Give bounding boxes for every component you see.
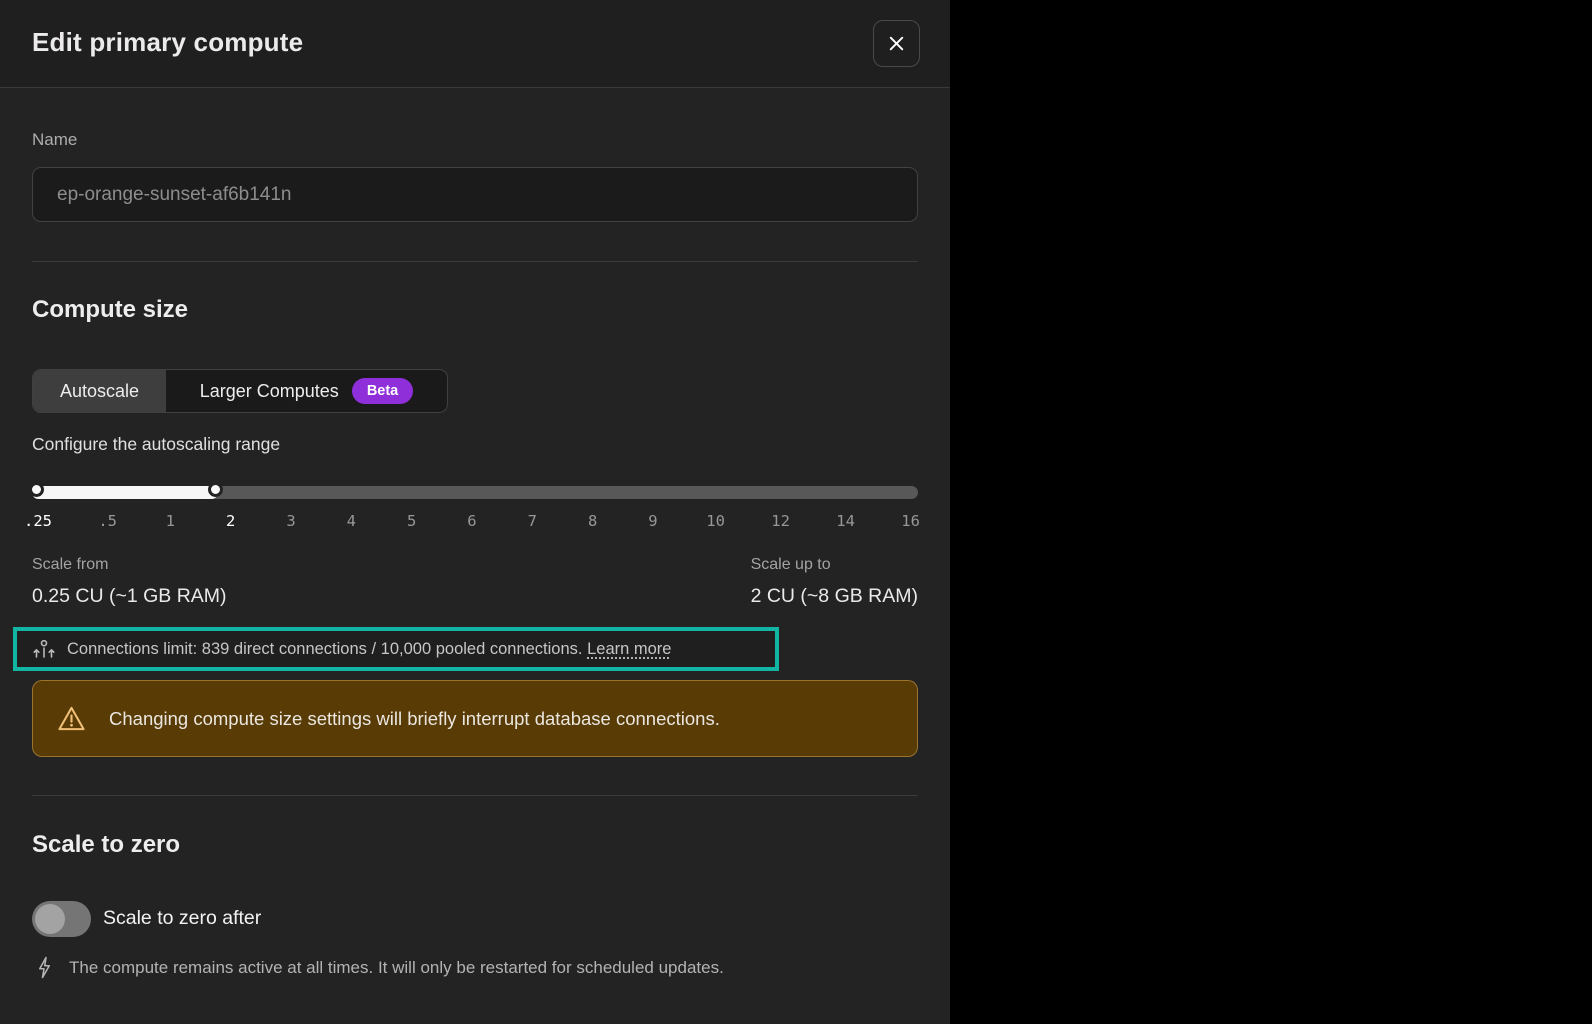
compute-size-heading: Compute size xyxy=(32,296,189,323)
scale-up-to-value: 2 CU (~8 GB RAM) xyxy=(750,585,918,607)
lightning-icon xyxy=(37,956,52,979)
warning-icon xyxy=(57,705,86,732)
autoscaling-range-slider xyxy=(29,482,918,499)
scale-up-to-label: Scale up to xyxy=(750,556,831,573)
slider-active-range[interactable] xyxy=(32,486,218,499)
warning-text: Changing compute size settings will brie… xyxy=(109,707,720,729)
close-icon xyxy=(886,33,907,54)
close-button[interactable] xyxy=(873,20,920,67)
toggle-knob xyxy=(35,904,65,934)
scale-to-zero-note: The compute remains active at all times.… xyxy=(37,956,724,979)
tick-label[interactable]: 7 xyxy=(525,512,539,530)
tick-label[interactable]: 8 xyxy=(586,512,600,530)
compute-change-warning-banner: Changing compute size settings will brie… xyxy=(32,680,918,757)
name-input[interactable] xyxy=(32,167,918,222)
beta-badge: Beta xyxy=(351,378,414,404)
highlight-annotation-connections-limit: Connections limit: 839 direct connection… xyxy=(13,627,779,671)
learn-more-link[interactable]: Learn more xyxy=(587,640,671,658)
edit-compute-modal: Edit primary compute Name Compute size A… xyxy=(0,0,950,1024)
tick-label[interactable]: 14 xyxy=(836,512,855,530)
scale-to-zero-toggle-label: Scale to zero after xyxy=(103,907,262,929)
tab-autoscale[interactable]: Autoscale xyxy=(33,370,166,412)
tick-label[interactable]: 16 xyxy=(901,512,920,530)
slider-handle-min[interactable] xyxy=(29,482,44,497)
tick-label[interactable]: 12 xyxy=(771,512,790,530)
name-label: Name xyxy=(32,130,78,149)
tick-label[interactable]: 3 xyxy=(284,512,298,530)
scale-to-zero-note-text: The compute remains active at all times.… xyxy=(69,957,724,977)
connections-icon xyxy=(32,639,56,660)
tick-label[interactable]: 6 xyxy=(465,512,479,530)
divider xyxy=(32,795,918,796)
autoscaling-range-label: Configure the autoscaling range xyxy=(32,434,281,454)
scale-from-value: 0.25 CU (~1 GB RAM) xyxy=(32,585,227,607)
tick-label[interactable]: .25 xyxy=(24,512,52,530)
tick-label[interactable]: 4 xyxy=(344,512,358,530)
divider xyxy=(32,261,918,262)
tick-label[interactable]: 5 xyxy=(405,512,419,530)
tab-larger-computes[interactable]: Larger Computes Beta xyxy=(166,370,447,412)
tick-label[interactable]: 2 xyxy=(224,512,238,530)
scale-from-block: Scale from 0.25 CU (~1 GB RAM) xyxy=(32,556,227,608)
modal-header: Edit primary compute xyxy=(0,0,950,88)
scale-to-zero-toggle[interactable] xyxy=(32,901,91,937)
tick-label[interactable]: .5 xyxy=(98,512,117,530)
connections-limit-text: Connections limit: 839 direct connection… xyxy=(67,639,672,658)
slider-handle-max[interactable] xyxy=(208,482,223,497)
scale-from-label: Scale from xyxy=(32,556,109,573)
scale-to-zero-heading: Scale to zero xyxy=(32,831,181,858)
tick-label[interactable]: 9 xyxy=(646,512,660,530)
tick-label[interactable]: 1 xyxy=(163,512,177,530)
scale-up-to-block: Scale up to 2 CU (~8 GB RAM) xyxy=(751,556,918,608)
tick-label[interactable]: 10 xyxy=(706,512,725,530)
slider-tick-labels: .25 .5 1 2 3 4 5 6 7 8 9 10 12 14 16 xyxy=(24,512,920,530)
compute-size-tabs: Autoscale Larger Computes Beta xyxy=(32,369,448,413)
modal-title: Edit primary compute xyxy=(32,27,304,57)
